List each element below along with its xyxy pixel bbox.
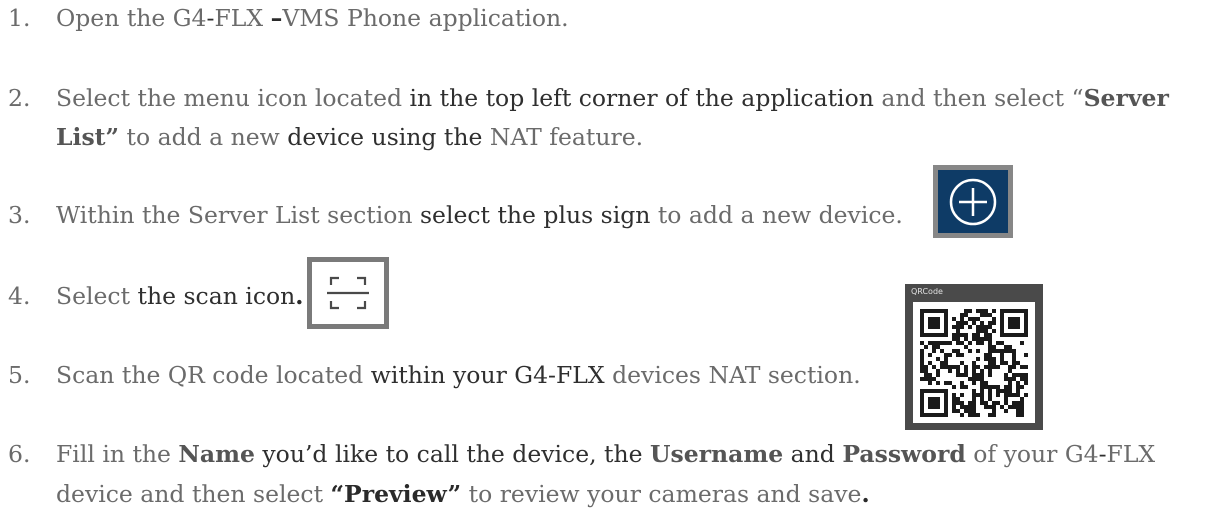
text-run: and then select “ [881,84,1084,112]
qr-code-image: QRCode [905,284,1043,430]
text-run: Server [1083,84,1169,112]
text-run: . [861,480,870,508]
step-number: 6. [8,440,31,468]
scan-frame-icon [327,276,369,310]
step-text: Select the scan icon. [56,282,304,310]
text-run: to add a new [119,123,288,151]
plus-circle-icon [949,178,997,225]
text-run: and [783,440,843,468]
text-run: to review your cameras and save [461,480,862,508]
text-run: select the plus sign [419,201,658,229]
text-run: device using the [287,123,490,151]
text-run: – [270,4,283,32]
plus-icon-background [938,170,1008,233]
step-text: Open the G4-FLX –VMS Phone application. [56,4,569,32]
text-run: Name [178,440,255,468]
text-run: to add a new device. [657,201,903,229]
text-run: you’d like to call the device, the [254,440,650,468]
qr-code-pattern [920,308,1028,417]
text-run: - [1098,440,1107,468]
step-number: 2. [8,84,31,112]
scan-icon-frame [307,257,389,329]
text-run: the scan icon [137,282,296,310]
text-run: within your G4 [370,361,549,389]
text-run: device and then select [56,480,331,508]
step-number: 5. [8,361,31,389]
text-run: in the top left corner of the applicatio… [409,84,882,112]
text-run: application. [428,4,569,32]
text-run: FLX [214,4,271,32]
text-run: Select [56,282,138,310]
scan-icon-background [312,262,384,324]
text-run: devices NAT section. [612,361,861,389]
text-run: Password [842,440,966,468]
text-run: Select the menu icon located [56,84,410,112]
text-run: FLX [1106,440,1156,468]
text-run: VMS Phone [282,4,429,32]
text-run: - [548,361,556,389]
text-run: . [295,282,304,310]
step-number: 1. [8,4,31,32]
step-text: List” to add a new device using the NAT … [56,123,644,151]
text-run: “Preview” [330,480,462,508]
text-run: Username [650,440,784,468]
text-run: Scan the QR code located [56,361,371,389]
qr-label: QRCode [911,287,943,296]
step-number: 4. [8,282,31,310]
text-run: List” [56,123,120,151]
step-text: Fill in the Name you’d like to call the … [56,440,1156,468]
step-text: device and then select “Preview” to revi… [56,480,870,508]
step-text: Scan the QR code located within your G4-… [56,361,861,389]
text-run: Open the G4 [56,4,207,32]
text-run: Within the Server List section [56,201,420,229]
text-run: NAT feature. [489,123,644,151]
step-number: 3. [8,201,31,229]
step-text: Within the Server List section select th… [56,201,903,229]
text-run: FLX [555,361,613,389]
text-run: of your G4 [965,440,1099,468]
plus-icon-frame [933,165,1013,238]
step-text: Select the menu icon located in the top … [56,84,1169,112]
qr-code-canvas [913,302,1035,423]
text-run: Fill in the [56,440,179,468]
